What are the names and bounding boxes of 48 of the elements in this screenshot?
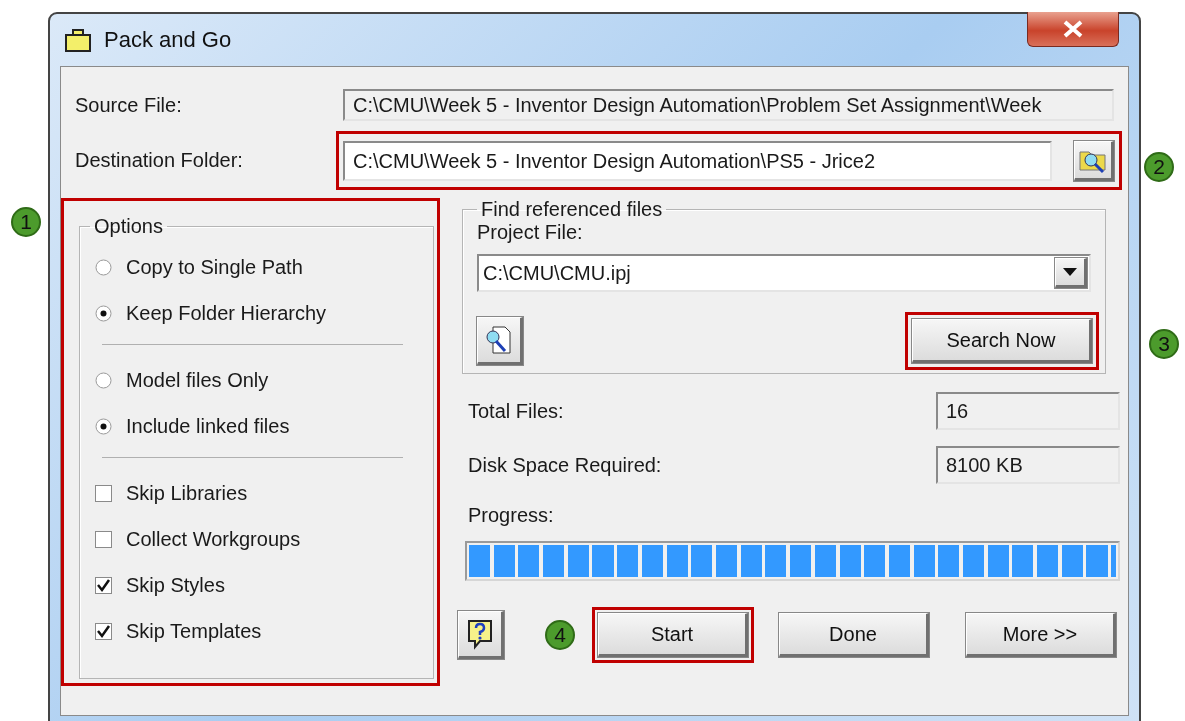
- callout-marker: 4: [545, 620, 575, 650]
- field-label: Source File:: [75, 93, 183, 117]
- checkbox[interactable]: [95, 484, 112, 502]
- dialog-button[interactable]: Start: [598, 613, 748, 657]
- option-label: Keep Folder Hierarchy: [126, 301, 327, 325]
- caret-icon: [1063, 268, 1077, 276]
- checkbox[interactable]: [95, 530, 112, 548]
- callout-marker: 1: [11, 207, 41, 237]
- option-label: Include linked files: [126, 414, 290, 438]
- help-button[interactable]: [458, 611, 504, 659]
- radio-button[interactable]: [95, 304, 112, 322]
- help-icon: [466, 618, 494, 650]
- checkbox[interactable]: [95, 576, 112, 594]
- dropdown-button[interactable]: [1055, 258, 1087, 288]
- radio-button[interactable]: [95, 258, 112, 276]
- radio-button[interactable]: [95, 371, 112, 389]
- bag-icon: [64, 27, 92, 53]
- stat-value-field: 8100 KB: [936, 446, 1120, 484]
- search-now-button[interactable]: Search Now: [912, 319, 1092, 363]
- group-title: Options: [93, 215, 164, 238]
- document-search-icon: [485, 324, 513, 356]
- destination-folder-field[interactable]: C:\CMU\Week 5 - Inventor Design Automation\PS5 - Jrice2: [343, 141, 1052, 181]
- radio-button[interactable]: [95, 417, 112, 435]
- option-label: Copy to Single Path: [126, 255, 303, 279]
- checkbox[interactable]: [95, 622, 112, 640]
- window-title: Pack and Go: [104, 27, 232, 53]
- browse-button[interactable]: [1074, 141, 1114, 181]
- callout-marker: 3: [1149, 329, 1179, 359]
- close-button[interactable]: [1027, 12, 1119, 47]
- option-label: Skip Styles: [126, 573, 225, 597]
- dialog-button[interactable]: More >>: [966, 613, 1116, 657]
- stat-label: Disk Space Required:: [468, 453, 662, 477]
- project-file-dropdown[interactable]: C:\CMU\CMU.ipj: [477, 254, 1091, 292]
- group-title: Find referenced files: [480, 198, 664, 221]
- callout-marker: 2: [1144, 152, 1174, 182]
- stat-value-field: 16: [936, 392, 1120, 430]
- option-label: Skip Libraries: [126, 481, 248, 505]
- dialog-button[interactable]: Done: [779, 613, 929, 657]
- source-file-field[interactable]: C:\CMU\Week 5 - Inventor Design Automation\Problem Set Assignment\Week: [343, 89, 1114, 121]
- close-icon: [1062, 20, 1084, 38]
- find-file-button[interactable]: [477, 317, 523, 365]
- field-label: Destination Folder:: [75, 149, 244, 172]
- option-label: Model files Only: [126, 368, 269, 392]
- progress-label: Progress:: [468, 504, 555, 527]
- stat-label: Total Files:: [468, 399, 564, 423]
- option-label: Skip Templates: [126, 619, 262, 643]
- field-label: Project File:: [477, 221, 584, 244]
- option-label: Collect Workgroups: [126, 527, 301, 551]
